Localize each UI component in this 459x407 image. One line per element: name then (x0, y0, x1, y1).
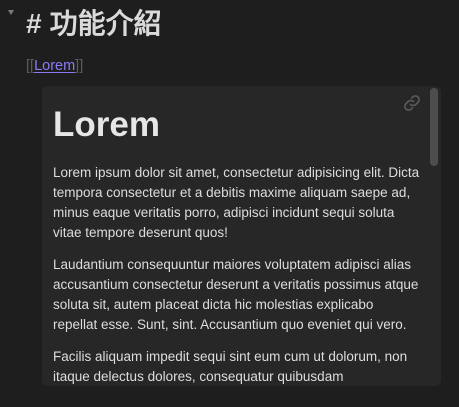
wikilink-close-brackets: ]] (75, 58, 84, 74)
embed-scrollbar[interactable] (429, 86, 439, 386)
link-icon[interactable] (403, 94, 421, 112)
embed-paragraph: Facilis aliquam impedit sequi sint eum c… (53, 349, 408, 384)
embed-paragraph: Laudantium consequuntur maiores voluptat… (53, 257, 419, 332)
wikilink-open-brackets: [[ (26, 58, 35, 74)
heading-title: 功能介紹 (49, 8, 162, 39)
wikilink: [[Lorem]] (26, 56, 83, 76)
heading-hash: # (26, 8, 42, 39)
page-heading: # 功能介紹 (26, 4, 162, 44)
embedded-note: Lorem Lorem ipsum dolor sit amet, consec… (42, 86, 441, 386)
collapse-arrow-icon[interactable] (8, 10, 14, 15)
embed-paragraph: Lorem ipsum dolor sit amet, consectetur … (53, 165, 420, 240)
embed-title: Lorem (53, 105, 160, 144)
embed-content: Lorem Lorem ipsum dolor sit amet, consec… (53, 86, 421, 386)
scrollbar-thumb[interactable] (430, 88, 438, 166)
wikilink-text[interactable]: Lorem (34, 58, 75, 74)
